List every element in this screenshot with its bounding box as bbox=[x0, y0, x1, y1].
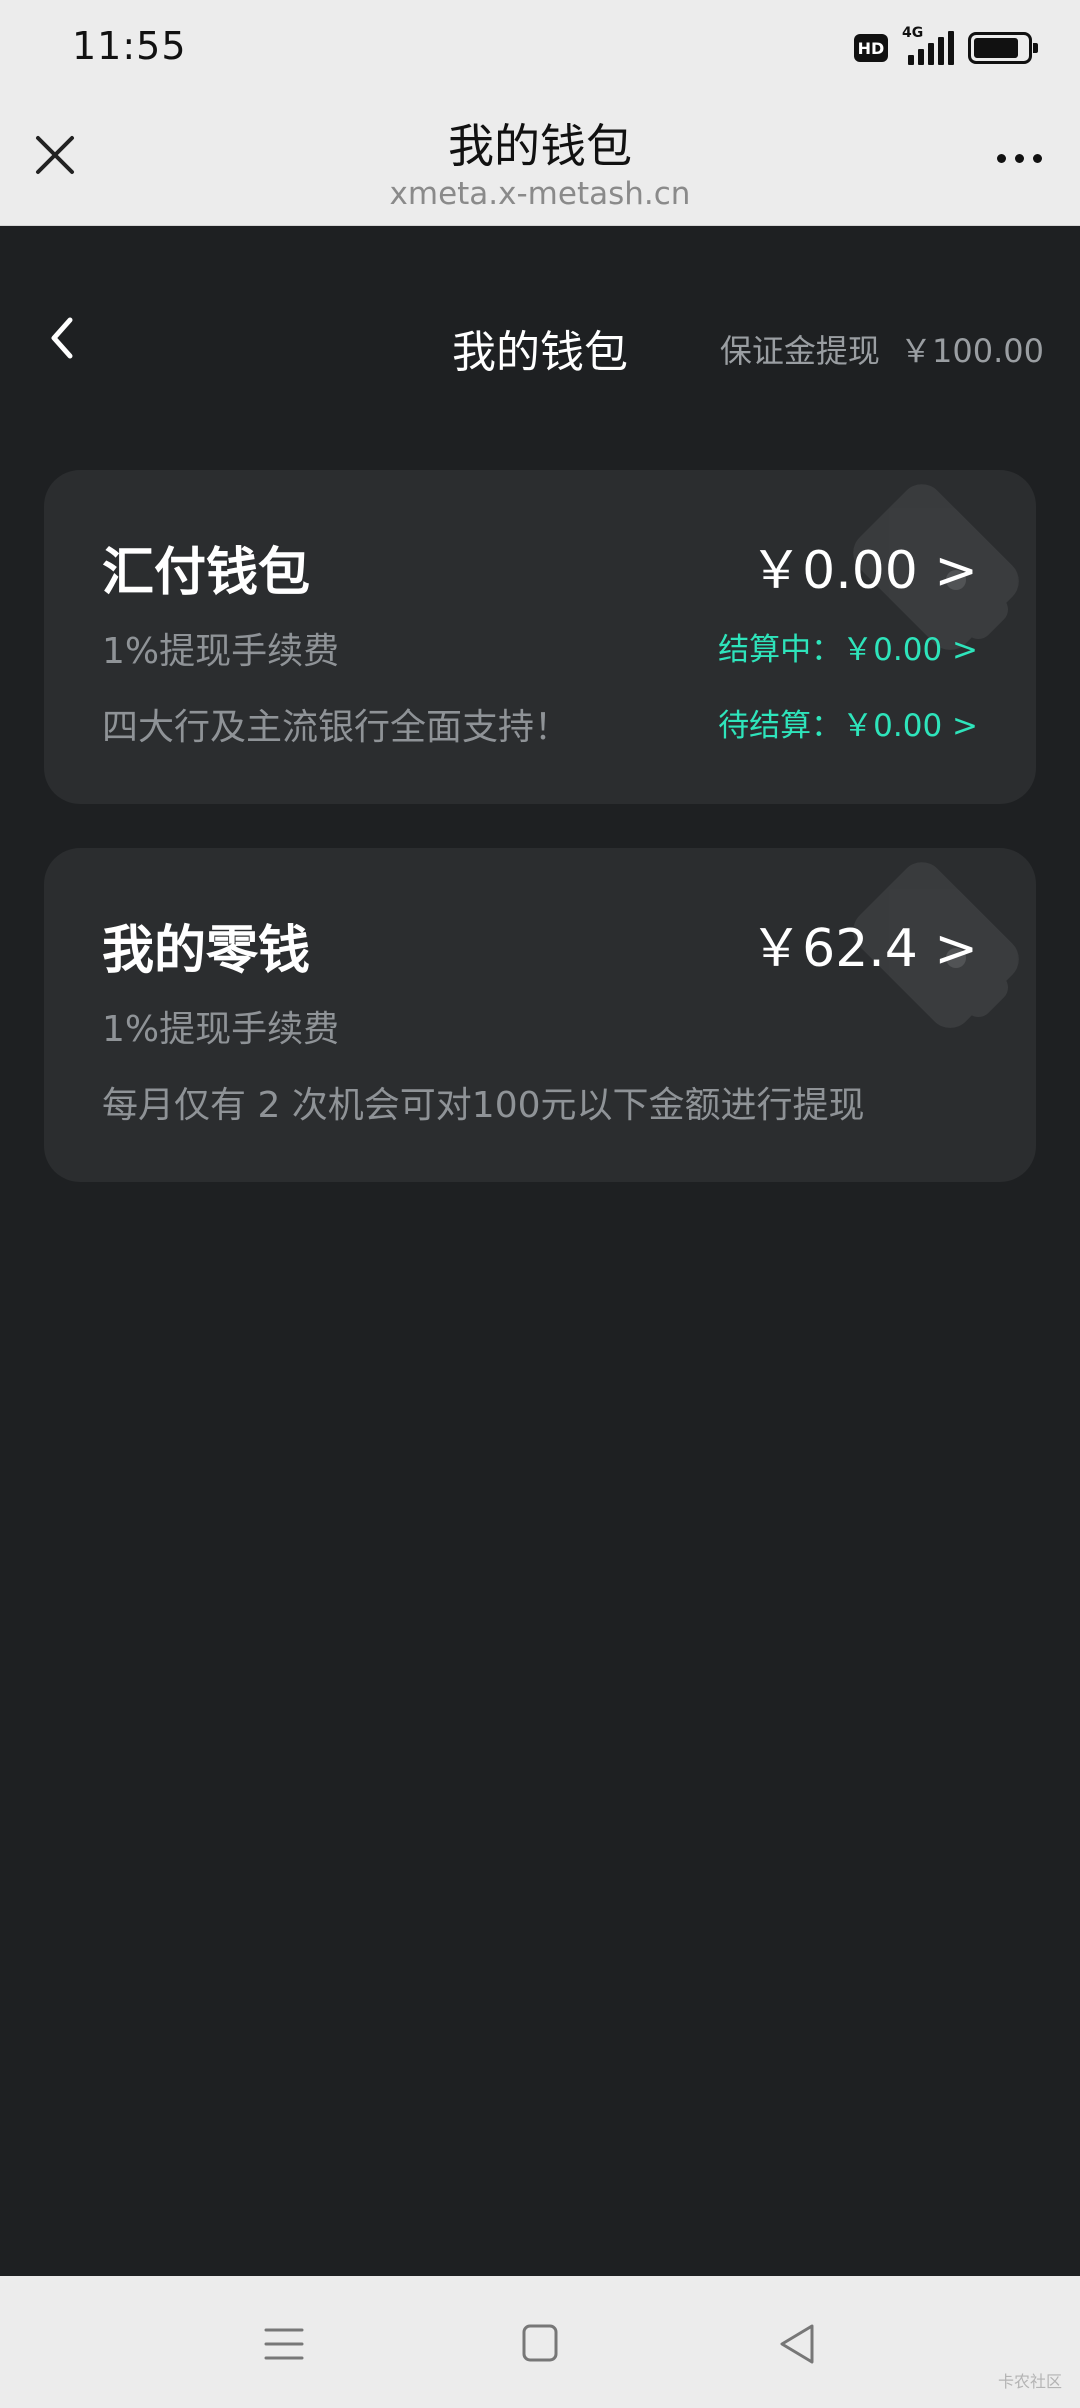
huifu-wallet-amount[interactable]: ￥0.00 > bbox=[750, 528, 978, 603]
back-triangle-icon[interactable] bbox=[768, 2314, 828, 2374]
huifu-wallet-name: 汇付钱包 bbox=[102, 543, 311, 603]
system-nav-bar: 卡农社区 bbox=[0, 2276, 1080, 2408]
huifu-wallet-card[interactable]: 汇付钱包 ￥0.00 > 1%提现手续费 四大行及主流银行全面支持！ 结算中：￥… bbox=[44, 470, 1036, 804]
watermark-text: 卡农社区 bbox=[997, 2372, 1062, 2391]
browser-header: 我的钱包 xmeta.x-metash.cn bbox=[0, 96, 1080, 226]
change-fee-text: 1%提现手续费 bbox=[102, 1009, 340, 1050]
change-note-text: 每月仅有 2 次机会可对100元以下金额进行提现 bbox=[102, 1085, 865, 1126]
battery-icon bbox=[968, 32, 1038, 64]
browser-url: xmeta.x-metash.cn bbox=[389, 176, 691, 212]
huifu-pending-link[interactable]: 待结算：￥0.00 > bbox=[718, 700, 978, 745]
deposit-label: 保证金提现 bbox=[719, 332, 880, 370]
huifu-settling-link[interactable]: 结算中：￥0.00 > bbox=[718, 624, 978, 669]
status-icons: HD 4G bbox=[854, 25, 1038, 68]
menu-icon[interactable] bbox=[254, 2314, 314, 2374]
browser-title: 我的钱包 bbox=[448, 119, 632, 173]
more-dots-icon[interactable] bbox=[986, 134, 1052, 182]
change-wallet-card[interactable]: 我的零钱 ￥62.4 > 1%提现手续费 每月仅有 2 次机会可对100元以下金… bbox=[44, 848, 1036, 1182]
status-bar: 11:55 HD 4G bbox=[0, 0, 1080, 96]
network-type: 4G bbox=[902, 25, 924, 41]
battery-level bbox=[974, 38, 1019, 58]
home-square-icon[interactable] bbox=[510, 2314, 570, 2374]
huifu-fee-text: 1%提现手续费 bbox=[102, 631, 340, 672]
change-wallet-name: 我的零钱 bbox=[102, 921, 311, 981]
status-time: 11:55 bbox=[72, 24, 187, 68]
signal-icon: 4G bbox=[902, 25, 954, 65]
hd-icon: HD bbox=[854, 34, 888, 62]
page-nav: 我的钱包 保证金提现 ￥100.00 bbox=[0, 226, 1080, 466]
huifu-support-text: 四大行及主流银行全面支持！ bbox=[102, 707, 571, 748]
change-wallet-amount[interactable]: ￥62.4 > bbox=[750, 906, 978, 981]
deposit-amount: ￥100.00 bbox=[900, 332, 1044, 370]
deposit-withdraw-link[interactable]: 保证金提现 ￥100.00 bbox=[720, 326, 1044, 372]
